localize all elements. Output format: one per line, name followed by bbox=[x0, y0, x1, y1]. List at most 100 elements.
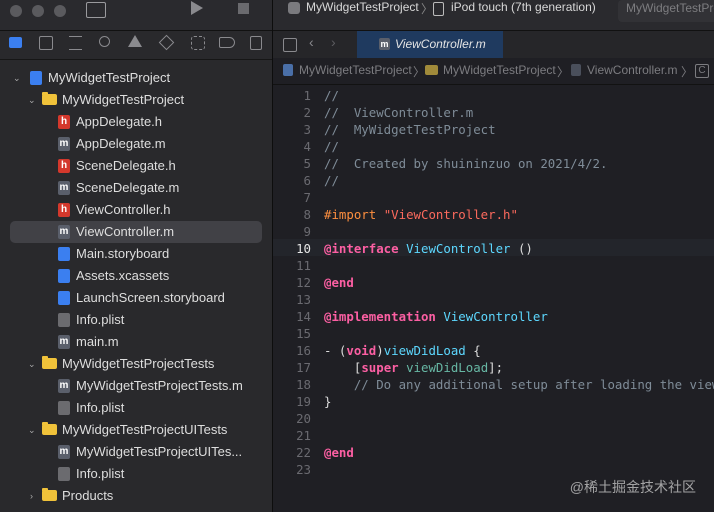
folder-navigator-icon[interactable] bbox=[9, 37, 22, 48]
code-line[interactable]: 9 bbox=[273, 223, 714, 240]
stop-icon[interactable] bbox=[238, 3, 249, 14]
line-number: 3 bbox=[303, 122, 311, 137]
line-number: 13 bbox=[296, 292, 311, 307]
folder-icon bbox=[42, 422, 57, 435]
tree-item-label: MyWidgetTestProjectUITes... bbox=[76, 444, 243, 459]
device-selector[interactable]: iPod touch (7th generation) bbox=[451, 0, 596, 14]
tree-item-file[interactable]: Info.plist bbox=[0, 463, 272, 485]
tree-item-label: MyWidgetTestProjectTests.m bbox=[76, 378, 243, 393]
tree-item-file[interactable]: Info.plist bbox=[0, 397, 272, 419]
code-line[interactable]: 16 - (void)viewDidLoad { bbox=[273, 342, 714, 359]
tree-item-file[interactable]: Assets.xcassets bbox=[0, 265, 272, 287]
tree-item-file[interactable]: LaunchScreen.storyboard bbox=[0, 287, 272, 309]
disclosure-expanded-icon[interactable]: ⌄ bbox=[13, 67, 23, 89]
code-line[interactable]: 4 // bbox=[273, 138, 714, 155]
code-line[interactable]: 5 // Created by shuininzuo on 2021/4/2. bbox=[273, 155, 714, 172]
tree-item-label: Info.plist bbox=[76, 466, 125, 481]
code-line[interactable]: 15 bbox=[273, 325, 714, 342]
code-line[interactable]: 7 bbox=[273, 189, 714, 206]
code-line[interactable]: 11 bbox=[273, 257, 714, 274]
code-line[interactable]: 13 bbox=[273, 291, 714, 308]
code-line[interactable]: 18 // Do any additional setup after load… bbox=[273, 376, 714, 393]
file-icon bbox=[58, 269, 70, 283]
tree-item-label: MyWidgetTestProjectUITests bbox=[62, 422, 228, 437]
code-line[interactable]: 21 bbox=[273, 427, 714, 444]
class-symbol-icon[interactable]: C bbox=[695, 64, 709, 78]
tree-item-group-uitests[interactable]: ⌄ MyWidgetTestProjectUITests bbox=[0, 419, 272, 441]
code-line[interactable]: 19} bbox=[273, 393, 714, 410]
tree-item-file[interactable]: m SceneDelegate.m bbox=[0, 177, 272, 199]
disclosure-collapsed-icon[interactable]: › bbox=[30, 485, 40, 507]
code-line[interactable]: 14 @implementation ViewController bbox=[273, 308, 714, 325]
chevron-right-icon: 〉 bbox=[557, 65, 570, 79]
tree-item-file[interactable]: m MyWidgetTestProjectUITes... bbox=[0, 441, 272, 463]
tree-item-file[interactable]: h ViewController.h bbox=[0, 199, 272, 221]
tree-item-project-root[interactable]: ⌄ MyWidgetTestProject bbox=[0, 67, 272, 89]
disclosure-expanded-icon[interactable]: ⌄ bbox=[28, 353, 38, 375]
breakpoint-navigator-icon[interactable] bbox=[219, 37, 235, 48]
jumpbar-file[interactable]: ViewController.m bbox=[587, 63, 677, 77]
run-icon[interactable] bbox=[191, 1, 203, 15]
code-text: @interface ViewController () bbox=[324, 241, 533, 256]
code-line[interactable]: 2 // ViewController.m bbox=[273, 104, 714, 121]
line-number: 2 bbox=[303, 105, 311, 120]
tab-viewcontroller-m[interactable]: m ViewController.m bbox=[357, 31, 503, 60]
chevron-right-icon: 〉 bbox=[681, 65, 694, 79]
chevron-right-icon: 〉 bbox=[421, 2, 434, 16]
code-line[interactable]: 1 // bbox=[273, 87, 714, 104]
line-number: 14 bbox=[296, 309, 311, 324]
tree-item-label: Assets.xcassets bbox=[76, 268, 170, 283]
forward-chevron-icon[interactable]: › bbox=[331, 34, 336, 50]
report-navigator-icon[interactable] bbox=[250, 36, 262, 50]
related-items-icon[interactable] bbox=[283, 38, 297, 52]
zoom-window-button[interactable] bbox=[54, 5, 66, 17]
tree-item-group-products[interactable]: › Products bbox=[0, 485, 272, 507]
source-file-m-icon: m bbox=[58, 379, 70, 393]
tree-item-file[interactable]: m MyWidgetTestProjectTests.m bbox=[0, 375, 272, 397]
source-file-m-icon: m bbox=[58, 181, 70, 195]
jump-bar: MyWidgetTestProject 〉 MyWidgetTestProjec… bbox=[273, 58, 714, 85]
jumpbar-project[interactable]: MyWidgetTestProject bbox=[299, 63, 412, 77]
window-toolbar: MyWidgetTestProject 〉 iPod touch (7th ge… bbox=[0, 0, 714, 31]
back-chevron-icon[interactable]: ‹ bbox=[309, 34, 314, 50]
tree-item-file[interactable]: h SceneDelegate.h bbox=[0, 155, 272, 177]
symbol-navigator-icon[interactable] bbox=[69, 36, 82, 50]
tree-item-file[interactable]: h AppDelegate.h bbox=[0, 111, 272, 133]
line-number: 23 bbox=[296, 462, 311, 477]
tree-item-label: SceneDelegate.h bbox=[76, 158, 176, 173]
search-icon[interactable] bbox=[99, 36, 110, 47]
tree-item-file[interactable]: m main.m bbox=[0, 331, 272, 353]
source-file-m-icon: m bbox=[58, 445, 70, 459]
tree-item-file[interactable]: Main.storyboard bbox=[0, 243, 272, 265]
tree-item-label: SceneDelegate.m bbox=[76, 180, 180, 195]
code-line[interactable]: 10 @interface ViewController () bbox=[273, 240, 714, 257]
jumpbar-group[interactable]: MyWidgetTestProject bbox=[443, 63, 556, 77]
tree-item-file[interactable]: m AppDelegate.m bbox=[0, 133, 272, 155]
code-line[interactable]: 12 @end bbox=[273, 274, 714, 291]
tree-item-file[interactable]: m ViewController.m bbox=[10, 221, 262, 243]
scheme-selector[interactable]: MyWidgetTestProject bbox=[306, 0, 419, 14]
code-line[interactable]: 6 // bbox=[273, 172, 714, 189]
disclosure-expanded-icon[interactable]: ⌄ bbox=[28, 89, 38, 111]
file-icon bbox=[58, 313, 70, 327]
issue-warning-icon[interactable] bbox=[128, 35, 142, 47]
code-line[interactable]: 3 // MyWidgetTestProject bbox=[273, 121, 714, 138]
sidebar-toggle-icon[interactable] bbox=[86, 2, 106, 18]
code-line[interactable]: 20 bbox=[273, 410, 714, 427]
close-window-button[interactable] bbox=[10, 5, 22, 17]
code-line[interactable]: 17 [super viewDidLoad]; bbox=[273, 359, 714, 376]
code-line[interactable]: 22 @end bbox=[273, 444, 714, 461]
tree-item-group-main[interactable]: ⌄ MyWidgetTestProject bbox=[0, 89, 272, 111]
code-text: @implementation ViewController bbox=[324, 309, 548, 324]
tree-item-group-tests[interactable]: ⌄ MyWidgetTestProjectTests bbox=[0, 353, 272, 375]
tree-item-file[interactable]: Info.plist bbox=[0, 309, 272, 331]
minimize-window-button[interactable] bbox=[32, 5, 44, 17]
debug-navigator-icon[interactable] bbox=[191, 36, 205, 50]
test-navigator-icon[interactable] bbox=[158, 34, 175, 51]
code-line[interactable]: 23 bbox=[273, 461, 714, 478]
watermark: @稀土掘金技术社区 bbox=[569, 479, 696, 495]
disclosure-expanded-icon[interactable]: ⌄ bbox=[28, 419, 38, 441]
code-line[interactable]: 8 #import "ViewController.h" bbox=[273, 206, 714, 223]
source-control-icon[interactable] bbox=[39, 36, 53, 50]
tree-item-label: Info.plist bbox=[76, 400, 125, 415]
